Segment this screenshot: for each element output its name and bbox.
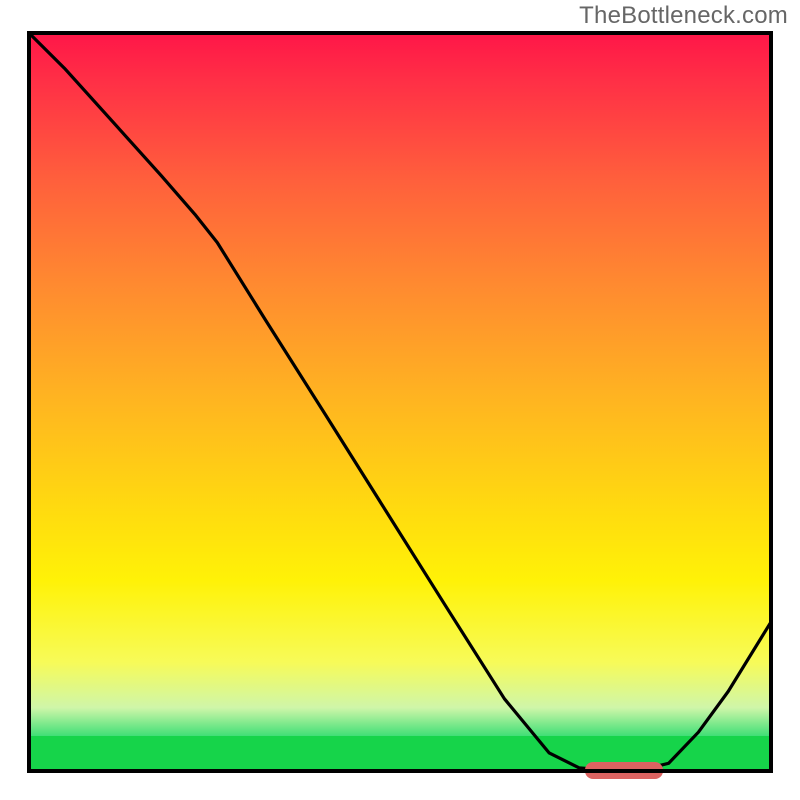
plot-border [27,31,773,773]
watermark-text: TheBottleneck.com [579,2,788,30]
plot-area [27,31,773,773]
chart-frame: TheBottleneck.com [0,0,800,800]
